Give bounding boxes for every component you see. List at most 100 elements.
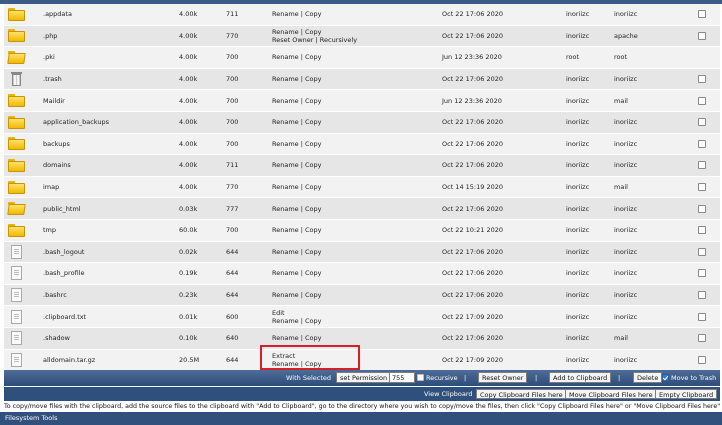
file-name[interactable]: Maildir (39, 89, 175, 112)
file-name[interactable]: application_backups (39, 111, 175, 134)
file-action-link[interactable]: Rename | Copy (272, 28, 434, 36)
file-select-checkbox[interactable] (698, 31, 706, 40)
folder-icon[interactable] (8, 29, 25, 43)
view-clipboard-link[interactable]: View Clipboard (424, 387, 473, 401)
file-permission[interactable]: 700 (222, 111, 268, 134)
file-name[interactable]: .appdata (39, 4, 175, 26)
file-name[interactable]: domains (39, 154, 175, 177)
file-permission[interactable]: 700 (222, 219, 268, 242)
file-action-link[interactable]: Rename | Copy (272, 75, 434, 83)
file-name[interactable]: .shadow (39, 327, 175, 350)
file-action-link[interactable]: Rename | Copy (272, 317, 434, 325)
file-select-checkbox[interactable] (698, 226, 706, 235)
file-permission[interactable]: 644 (222, 241, 268, 264)
file-permission[interactable]: 640 (222, 327, 268, 350)
folder-icon[interactable] (8, 7, 25, 21)
file-name[interactable]: imap (39, 176, 175, 199)
file-permission[interactable]: 600 (222, 305, 268, 328)
file-name[interactable]: tmp (39, 219, 175, 242)
folder-icon[interactable] (8, 94, 25, 108)
file-name[interactable]: .trash (39, 68, 175, 91)
file-name[interactable]: .php (39, 25, 175, 48)
file-select-checkbox[interactable] (698, 75, 706, 84)
add-to-clipboard-button[interactable]: Add to Clipboard (549, 372, 612, 383)
file-action-link[interactable]: Rename | Copy (272, 10, 434, 18)
trash-icon[interactable] (11, 72, 22, 87)
file-permission[interactable]: 700 (222, 46, 268, 69)
file-select-checkbox[interactable] (698, 291, 706, 300)
folder-icon[interactable] (8, 115, 25, 129)
file-action-link[interactable]: Rename | Copy (272, 97, 434, 105)
file-select-checkbox[interactable] (698, 204, 706, 213)
folder-icon[interactable] (8, 180, 25, 194)
file-name[interactable]: public_html (39, 197, 175, 220)
file-action-link[interactable]: Reset Owner | Recursively (272, 36, 434, 44)
file-name[interactable]: alldomain.tar.gz (39, 349, 175, 372)
file-action-link[interactable]: Rename | Copy (272, 334, 434, 342)
file-name[interactable]: .bashrc (39, 284, 175, 307)
permission-input[interactable]: 755 (389, 372, 415, 383)
empty-clipboard-button[interactable]: Empty Clipboard (655, 389, 718, 399)
file-select-checkbox[interactable] (698, 161, 706, 170)
file-action-link[interactable]: Rename | Copy (272, 291, 434, 299)
file-icon[interactable] (11, 288, 22, 303)
file-action-link[interactable]: Rename | Copy (272, 248, 434, 256)
file-icon[interactable] (11, 309, 22, 324)
folder-icon[interactable] (8, 137, 25, 151)
file-permission[interactable]: 700 (222, 68, 268, 91)
file-select-checkbox[interactable] (698, 139, 706, 148)
file-name[interactable]: .bash_logout (39, 241, 175, 264)
file-name[interactable]: backups (39, 133, 175, 156)
file-select-checkbox[interactable] (698, 96, 706, 105)
file-select-checkbox[interactable] (698, 312, 706, 321)
file-permission[interactable]: 700 (222, 133, 268, 156)
file-select-checkbox[interactable] (698, 247, 706, 256)
file-icon[interactable] (11, 244, 22, 259)
file-action-link[interactable]: Rename | Copy (272, 226, 434, 234)
file-permission[interactable]: 770 (222, 25, 268, 48)
folder-icon[interactable] (8, 158, 25, 172)
file-action-link[interactable]: Rename | Copy (272, 140, 434, 148)
set-permission-button[interactable]: set Permission (336, 372, 392, 383)
folder-open-icon[interactable] (7, 50, 26, 64)
delete-button[interactable]: Delete (633, 372, 663, 383)
move-to-trash-checkbox[interactable] (662, 374, 669, 381)
folder-icon[interactable] (8, 223, 25, 237)
file-permission[interactable]: 644 (222, 262, 268, 285)
file-permission[interactable]: 644 (222, 349, 268, 372)
separator: | (618, 374, 621, 382)
file-icon[interactable] (11, 266, 22, 281)
file-action-link[interactable]: Rename | Copy (272, 360, 434, 368)
file-permission[interactable]: 770 (222, 176, 268, 199)
file-icon[interactable] (11, 331, 22, 346)
file-select-checkbox[interactable] (698, 334, 706, 343)
reset-owner-button[interactable]: Reset Owner (478, 372, 528, 383)
file-name[interactable]: .bash_profile (39, 262, 175, 285)
file-permission[interactable]: 711 (222, 4, 268, 26)
file-action-link[interactable]: Edit (272, 309, 434, 317)
file-icon[interactable] (11, 352, 22, 367)
folder-open-icon[interactable] (7, 202, 26, 216)
file-name[interactable]: .clipboard.txt (39, 305, 175, 328)
file-select-checkbox[interactable] (698, 355, 706, 364)
file-action-link[interactable]: Rename | Copy (272, 183, 434, 191)
file-select-checkbox[interactable] (698, 269, 706, 278)
copy-clipboard-files-button[interactable]: Copy Clipboard Files here (476, 389, 567, 399)
move-clipboard-files-button[interactable]: Move Clipboard Files here (565, 389, 657, 399)
file-action-link[interactable]: Rename | Copy (272, 53, 434, 61)
file-action-link[interactable]: Rename | Copy (272, 118, 434, 126)
file-action-link[interactable]: Rename | Copy (272, 269, 434, 277)
file-action-link[interactable]: Rename | Copy (272, 205, 434, 213)
file-permission[interactable]: 644 (222, 284, 268, 307)
file-permission[interactable]: 700 (222, 89, 268, 112)
file-select-checkbox[interactable] (698, 10, 706, 19)
file-select-checkbox[interactable] (698, 183, 706, 192)
recursive-checkbox[interactable] (417, 374, 424, 381)
file-permission[interactable]: 777 (222, 197, 268, 220)
file-name[interactable]: .pki (39, 46, 175, 69)
file-action-link[interactable]: Extract (272, 352, 434, 360)
file-action-link[interactable]: Rename | Copy (272, 161, 434, 169)
file-select-cell (684, 4, 720, 26)
file-permission[interactable]: 711 (222, 154, 268, 177)
file-select-checkbox[interactable] (698, 118, 706, 127)
